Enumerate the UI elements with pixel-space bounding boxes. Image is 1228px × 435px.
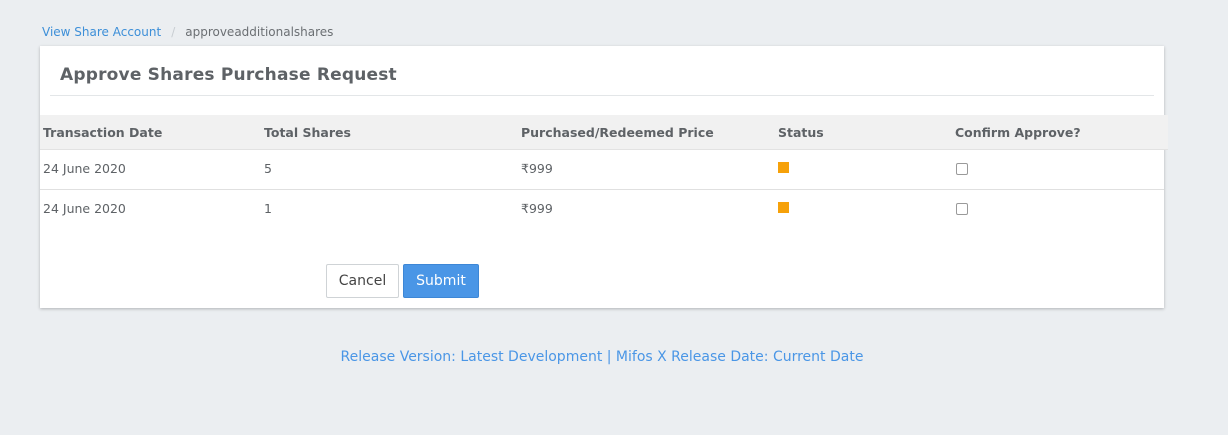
- breadcrumb-current: approveadditionalshares: [185, 25, 334, 39]
- status-pending-icon: [778, 202, 789, 213]
- header-transaction-date: Transaction Date: [43, 125, 163, 140]
- cell-transaction-date: 24 June 2020: [43, 201, 126, 216]
- cancel-button[interactable]: Cancel: [326, 264, 399, 298]
- confirm-approve-checkbox[interactable]: [956, 163, 968, 175]
- table-header: Transaction Date Total Shares Purchased/…: [40, 115, 1168, 150]
- cell-price: ₹999: [521, 201, 553, 216]
- cell-total-shares: 5: [264, 161, 272, 176]
- table-row: 24 June 2020 1 ₹999: [40, 190, 1164, 230]
- header-price: Purchased/Redeemed Price: [521, 125, 714, 140]
- submit-button[interactable]: Submit: [403, 264, 479, 298]
- release-version-footer: Release Version: Latest Development | Mi…: [340, 349, 864, 365]
- breadcrumb: View Share Account / approveadditionalsh…: [42, 24, 333, 40]
- page-title: Approve Shares Purchase Request: [60, 65, 397, 85]
- approve-shares-panel: Approve Shares Purchase Request Transact…: [40, 46, 1168, 308]
- header-status: Status: [778, 125, 824, 140]
- table-row: 24 June 2020 5 ₹999: [40, 150, 1164, 190]
- confirm-approve-checkbox[interactable]: [956, 203, 968, 215]
- cell-price: ₹999: [521, 161, 553, 176]
- header-total-shares: Total Shares: [264, 125, 351, 140]
- header-confirm-approve: Confirm Approve?: [955, 125, 1081, 140]
- cell-total-shares: 1: [264, 201, 272, 216]
- cell-transaction-date: 24 June 2020: [43, 161, 126, 176]
- breadcrumb-separator: /: [171, 25, 176, 39]
- status-pending-icon: [778, 162, 789, 173]
- title-divider: [50, 95, 1154, 96]
- breadcrumb-view-share-account-link[interactable]: View Share Account: [42, 24, 161, 40]
